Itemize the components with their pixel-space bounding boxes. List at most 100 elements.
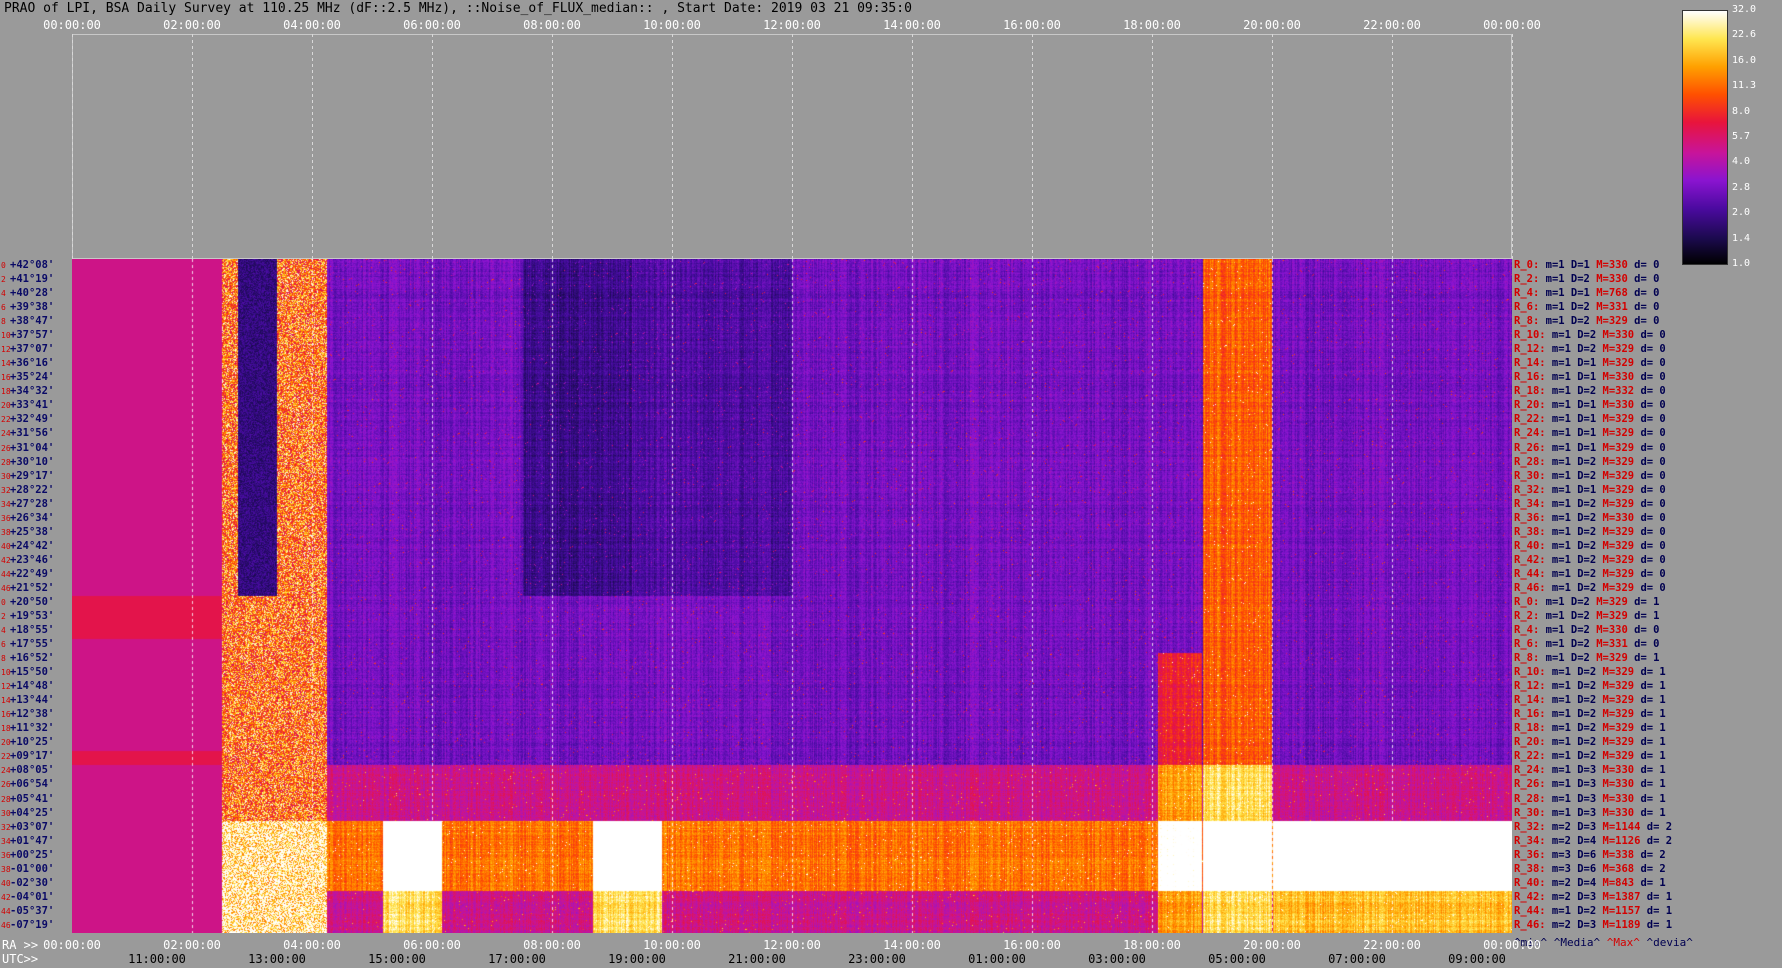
row-stat-field: d= 0 [1634,525,1666,538]
row-stat-field: m=1 [1545,413,1571,426]
row-stat-field: m=1 [1539,610,1565,622]
row-stat: R_2: m=1 D=2 M=330 d= 0 [1514,274,1659,285]
row-number: 14 [1,359,11,369]
row-stat-field: M=329 [1596,483,1635,496]
row-stat-field: m=1 [1545,553,1571,566]
declination-label: +19°53' [10,610,55,622]
row-stat-field: D=1 [1570,371,1597,384]
row-stat-field: M=332 [1596,385,1635,398]
row-stat-field: M=329 [1596,469,1635,482]
row-stat-field: R_28: [1514,792,1546,805]
row-stat-field: d= 1 [1640,904,1673,917]
row-stat-field: D=2 [1564,652,1590,665]
row-stat-field: D=2 [1570,497,1597,510]
row-stat: R_38: m=1 D=2 M=329 d= 0 [1514,525,1666,538]
row-stat-field: d= 1 [1634,778,1666,791]
row-stat-field: D=3 [1570,890,1597,903]
row-stat: R_40: m=2 D=4 M=843 d= 1 [1514,876,1666,889]
row-stat-field: D=2 [1570,469,1597,482]
row-stat-field: R_42: [1514,553,1546,566]
row-stat-field: M=329 [1596,708,1635,721]
row-stat-field: D=2 [1570,329,1597,342]
row-stat-field: m=1 [1545,399,1571,412]
row-stat-field: M=1157 [1596,904,1641,917]
row-stat: R_46: m=1 D=2 M=329 d= 0 [1514,581,1666,594]
row-number: 42 [1,555,11,565]
row-stat-field: M=330 [1596,792,1635,805]
utc-axis: 11:00:00 13:00:00 15:00:00 17:00:00 19:00:00… [0,952,1782,966]
row-number: 44 [1,906,11,916]
row-stat-field: D=2 [1570,567,1597,580]
row-stat-field: M=329 [1589,610,1628,622]
row-number: 38 [1,864,11,874]
row-stat: R_42: m=1 D=2 M=329 d= 0 [1514,553,1666,566]
row-stat: R_40: m=1 D=2 M=329 d= 0 [1514,540,1666,552]
row-stat: R_6: m=1 D=2 M=331 d= 0 [1514,302,1659,313]
row-stat-field: D=6 [1570,862,1597,875]
row-stat-field: R_20: [1514,736,1546,749]
row-stat-field: R_8: [1514,652,1540,665]
colorbar-tick: 8.0 [1732,105,1751,117]
row-stat-field: D=2 [1570,708,1597,721]
row-stat-field: M=329 [1596,666,1635,679]
row-stat-field: d= 0 [1634,329,1666,342]
row-stat-field: M=329 [1596,427,1635,440]
row-number: 30 [1,471,11,481]
row-stat: R_6: m=1 D=2 M=331 d= 0 [1514,639,1659,650]
row-stat-field: d= 0 [1634,413,1666,426]
row-number: 0 [1,261,6,270]
row-stat-field: M=331 [1589,638,1628,651]
row-number: 10 [1,331,11,341]
declination-label: +25°38' [10,525,55,538]
utc-tick: 21:00:00 [728,952,786,966]
row-stat-field: M=329 [1596,736,1635,749]
row-stat-field: m=2 [1545,834,1571,847]
row-stat: R_42: m=2 D=3 M=1387 d= 1 [1514,890,1672,903]
declination-label: +08°05' [10,764,55,777]
row-stat: R_38: m=3 D=6 M=368 d= 2 [1514,862,1666,875]
declination-label: +21°52' [10,581,55,594]
colorbar-tick: 2.0 [1732,207,1751,219]
row-number: 16 [1,373,11,383]
row-stat-field: R_16: [1514,371,1546,384]
row-stat: R_4: m=1 D=1 M=768 d= 0 [1514,288,1659,299]
row-stat-field: M=843 [1596,876,1635,889]
row-stat-field: d= 1 [1640,918,1673,931]
row-stat-field: M=329 [1596,455,1635,468]
row-stat-field: M=338 [1596,848,1635,861]
row-stat-field: R_46: [1514,918,1546,931]
row-stat-field: d= 1 [1634,722,1666,735]
row-stat-field: d= 1 [1627,595,1660,608]
colorbar-tick: 1.0 [1732,258,1751,269]
row-stat-field: M=330 [1596,371,1635,384]
row-stat-field: M=1387 [1596,890,1641,903]
row-stat-field: d= 2 [1634,862,1666,875]
row-number: 38 [1,527,11,537]
colorbar-tick: 16.0 [1732,54,1757,66]
row-stat-field: M=1144 [1596,820,1641,833]
declination-label: -02°30' [10,876,55,889]
row-stat-field: d= 0 [1627,259,1660,271]
declination-label: +26°34' [10,511,55,524]
row-number: 40 [1,878,11,888]
row-stat: R_12: m=1 D=2 M=329 d= 1 [1514,681,1666,692]
row-stat-field: m=1 [1545,371,1571,384]
row-stat-field: m=1 [1545,357,1571,370]
row-stat-field: M=330 [1596,329,1635,342]
row-stat-field: M=330 [1596,764,1635,777]
row-stat: R_28: m=1 D=2 M=329 d= 0 [1514,455,1666,468]
colorbar [1682,10,1728,265]
ra-tick-bottom: 14:00:00 [883,938,941,952]
row-stat-field: D=2 [1570,581,1597,594]
row-stat: R_24: m=1 D=3 M=330 d= 1 [1514,765,1666,776]
row-stat-field: R_30: [1514,469,1546,482]
row-number: 44 [1,569,11,579]
row-stat-field: m=1 [1545,441,1571,454]
row-stat: R_36: m=3 D=6 M=338 d= 2 [1514,848,1666,861]
row-number: 22 [1,752,11,762]
row-number: 46 [1,583,11,593]
row-stat-field: d= 1 [1627,652,1660,665]
declination-label: +12°38' [10,708,55,721]
row-number: 8 [1,317,6,327]
ra-axis-bottom: 00:00:00 02:00:00 04:00:00 06:00:00 08:00:00… [0,938,1782,952]
